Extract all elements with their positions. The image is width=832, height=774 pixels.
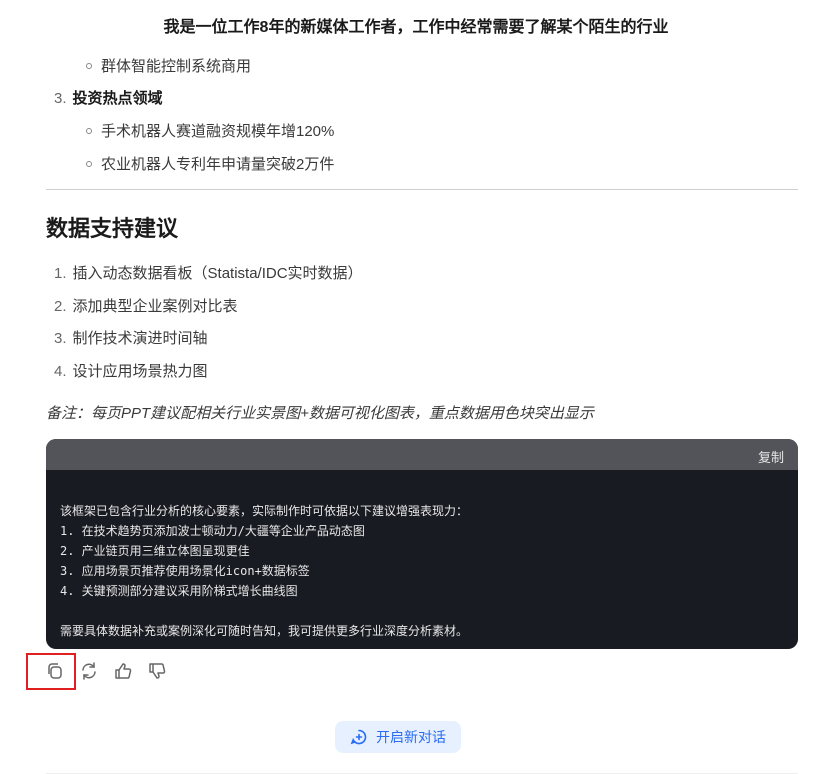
code-line: 1. 在技术趋势页添加波士顿动力/大疆等企业产品动态图 bbox=[60, 524, 365, 538]
code-line: 3. 应用场景页推荐使用场景化icon+数据标签 bbox=[60, 564, 310, 578]
page-title: 我是一位工作8年的新媒体工作者，工作中经常需要了解某个陌生的行业 bbox=[163, 19, 669, 36]
note-text: 备注：每页PPT建议配相关行业实景图+数据可视化图表，重点数据用色块突出显示 bbox=[46, 405, 594, 422]
code-block: 复制 该框架已包含行业分析的核心要素，实际制作时可依据以下建议增强表现力： 1. … bbox=[46, 439, 798, 649]
bullet-icon bbox=[86, 160, 92, 167]
thumbs-up-icon[interactable] bbox=[112, 658, 134, 684]
list-item: 群体智能控制系统商用 bbox=[86, 55, 251, 76]
bullet-icon bbox=[86, 62, 92, 69]
new-chat-button[interactable]: 开启新对话 bbox=[335, 721, 461, 753]
list-number: 3. bbox=[54, 330, 67, 347]
divider bbox=[46, 189, 798, 190]
code-block-header: 复制 bbox=[46, 439, 798, 470]
copy-code-button[interactable]: 复制 bbox=[758, 447, 784, 466]
list-item: 4. 设计应用场景热力图 bbox=[54, 360, 208, 381]
list-item-text: 手术机器人赛道融资规模年增120% bbox=[101, 123, 335, 140]
section-heading-investment: 3. 投资热点领域 bbox=[54, 87, 163, 108]
list-item: 1. 插入动态数据看板（Statista/IDC实时数据） bbox=[54, 262, 363, 283]
code-line: 2. 产业链页用三维立体图呈现更佳 bbox=[60, 544, 250, 558]
code-block-body: 该框架已包含行业分析的核心要素，实际制作时可依据以下建议增强表现力： 1. 在技术… bbox=[46, 470, 798, 641]
list-item-text: 插入动态数据看板（Statista/IDC实时数据） bbox=[72, 265, 363, 282]
bullet-icon bbox=[86, 127, 92, 134]
regenerate-icon[interactable] bbox=[78, 658, 100, 684]
section-heading: 数据支持建议 bbox=[46, 216, 179, 241]
list-item-text: 添加典型企业案例对比表 bbox=[72, 298, 238, 315]
list-item-text: 投资热点领域 bbox=[72, 90, 163, 107]
list-item-text: 农业机器人专利年申请量突破2万件 bbox=[101, 156, 335, 173]
list-item-text: 群体智能控制系统商用 bbox=[101, 58, 252, 75]
highlight-box bbox=[26, 653, 76, 690]
list-number: 4. bbox=[54, 363, 67, 380]
list-item: 农业机器人专利年申请量突破2万件 bbox=[86, 153, 334, 174]
code-line: 该框架已包含行业分析的核心要素，实际制作时可依据以下建议增强表现力： bbox=[60, 504, 469, 518]
code-line: 4. 关键预测部分建议采用阶梯式增长曲线图 bbox=[60, 584, 298, 598]
new-chat-icon bbox=[350, 729, 367, 745]
list-number: 2. bbox=[54, 298, 67, 315]
code-line: 需要具体数据补充或案例深化可随时告知，我可提供更多行业深度分析素材。 bbox=[60, 624, 469, 638]
list-item-text: 制作技术演进时间轴 bbox=[72, 330, 208, 347]
list-item-text: 设计应用场景热力图 bbox=[72, 363, 208, 380]
list-item: 3. 制作技术演进时间轴 bbox=[54, 327, 208, 348]
list-number: 1. bbox=[54, 265, 67, 282]
list-number: 3. bbox=[54, 90, 67, 107]
list-item: 手术机器人赛道融资规模年增120% bbox=[86, 120, 334, 141]
new-chat-label: 开启新对话 bbox=[376, 729, 446, 745]
thumbs-down-icon[interactable] bbox=[146, 658, 168, 684]
list-item: 2. 添加典型企业案例对比表 bbox=[54, 295, 238, 316]
